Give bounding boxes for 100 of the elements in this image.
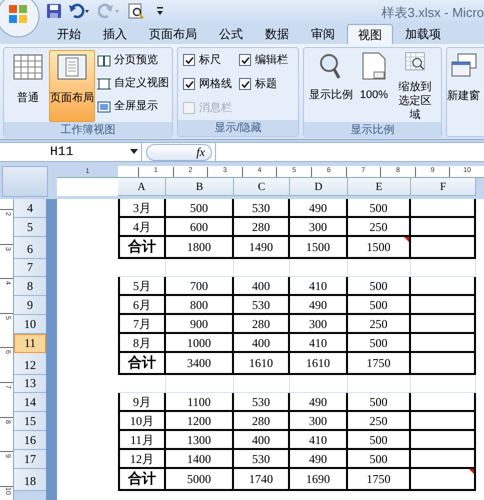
checkbox[interactable]: 网格线 [183, 76, 239, 92]
row-header[interactable]: 7 [14, 259, 46, 277]
table-cell[interactable]: 530 [234, 450, 290, 469]
table-cell[interactable] [411, 237, 476, 259]
column-header[interactable]: D [290, 178, 348, 196]
table-cell[interactable] [411, 412, 476, 431]
table-cell[interactable]: 280 [234, 218, 290, 237]
table-cell[interactable]: 490 [290, 199, 348, 218]
insert-function-button[interactable]: fx [146, 144, 212, 160]
table-cell[interactable]: 1000 [166, 334, 234, 353]
table-cell[interactable]: 1750 [348, 353, 411, 375]
table-cell[interactable]: 410 [290, 431, 348, 450]
row-header[interactable]: 4 [14, 199, 46, 218]
table-cell[interactable] [411, 334, 476, 353]
table-cell[interactable]: 1100 [166, 393, 234, 412]
table-cell[interactable]: 1500 [290, 237, 348, 259]
table-cell[interactable]: 300 [290, 315, 348, 334]
ribbon-tab[interactable]: 加载项 [395, 24, 451, 44]
table-cell[interactable]: 490 [290, 393, 348, 412]
table-cell[interactable]: 500 [348, 199, 411, 218]
office-button[interactable] [0, 0, 40, 38]
table-cell[interactable]: 400 [234, 334, 290, 353]
table-cell[interactable]: 300 [290, 218, 348, 237]
table-cell[interactable]: 500 [348, 393, 411, 412]
table-cell[interactable]: 10月 [118, 412, 166, 431]
checkbox[interactable]: 标题 [239, 76, 299, 92]
table-cell[interactable] [411, 296, 476, 315]
table-cell[interactable]: 280 [234, 412, 290, 431]
view-button[interactable]: 普通 [7, 50, 49, 122]
checkbox[interactable]: 编辑栏 [239, 52, 299, 68]
table-cell[interactable]: 490 [290, 296, 348, 315]
table-cell[interactable] [411, 393, 476, 412]
table-cell[interactable] [411, 277, 476, 296]
ribbon-tab[interactable]: 数据 [255, 24, 299, 44]
table-cell[interactable]: 250 [348, 218, 411, 237]
table-cell[interactable]: 1800 [166, 237, 234, 259]
customize-toolbar-icon[interactable] [156, 6, 164, 16]
table-cell[interactable]: 800 [166, 296, 234, 315]
ribbon-tab[interactable]: 插入 [93, 24, 137, 44]
table-cell[interactable]: 490 [290, 450, 348, 469]
table-cell[interactable]: 11月 [118, 431, 166, 450]
table-cell[interactable]: 1490 [234, 237, 290, 259]
table-cell[interactable]: 1610 [234, 353, 290, 375]
table-cell[interactable]: 5000 [166, 469, 234, 491]
table-cell[interactable]: 4月 [118, 218, 166, 237]
row-header[interactable]: 13 [14, 375, 46, 393]
table-cell[interactable]: 500 [348, 334, 411, 353]
table-cell[interactable] [411, 353, 476, 375]
table-cell[interactable] [411, 315, 476, 334]
table-cell[interactable]: 1750 [348, 469, 411, 491]
table-cell[interactable]: 600 [166, 218, 234, 237]
table-cell[interactable]: 1300 [166, 431, 234, 450]
view-button[interactable]: 页面布局 [49, 50, 95, 122]
table-cell[interactable]: 1500 [348, 237, 411, 259]
table-cell[interactable]: 7月 [118, 315, 166, 334]
table-cell[interactable]: 400 [234, 277, 290, 296]
zoom-button[interactable]: 100% [355, 50, 393, 122]
table-cell[interactable] [411, 199, 476, 218]
row-header[interactable]: 15 [14, 412, 46, 431]
row-header[interactable]: 10 [14, 315, 46, 334]
table-cell[interactable]: 1200 [166, 412, 234, 431]
ribbon-tab[interactable]: 开始 [47, 24, 91, 44]
table-cell[interactable]: 250 [348, 412, 411, 431]
row-header[interactable]: 16 [14, 431, 46, 450]
column-header[interactable]: F [411, 178, 476, 196]
table-cell[interactable] [411, 450, 476, 469]
name-box[interactable]: H11 [0, 143, 142, 161]
table-cell[interactable]: 合计 [118, 237, 166, 259]
undo-icon[interactable] [68, 3, 92, 19]
row-header[interactable]: 11 [14, 334, 46, 353]
table-cell[interactable]: 6月 [118, 296, 166, 315]
table-cell[interactable]: 3400 [166, 353, 234, 375]
table-cell[interactable]: 3月 [118, 199, 166, 218]
row-header[interactable]: 12 [14, 353, 46, 375]
table-cell[interactable]: 8月 [118, 334, 166, 353]
print-preview-icon[interactable] [128, 3, 144, 19]
zoom-button[interactable]: 显示比例 [307, 50, 355, 122]
table-cell[interactable] [411, 431, 476, 450]
table-cell[interactable]: 500 [348, 450, 411, 469]
view-option-button[interactable]: 分页预览 [97, 51, 169, 70]
table-cell[interactable]: 530 [234, 199, 290, 218]
table-cell[interactable]: 合计 [118, 469, 166, 491]
table-cell[interactable]: 530 [234, 393, 290, 412]
row-header[interactable]: 18 [14, 469, 46, 491]
table-cell[interactable]: 700 [166, 277, 234, 296]
ribbon-tab[interactable]: 页面布局 [139, 24, 207, 44]
table-cell[interactable]: 500 [166, 199, 234, 218]
column-header[interactable]: B [166, 178, 234, 196]
dropdown-arrow-icon[interactable] [130, 149, 138, 155]
save-icon[interactable] [46, 3, 62, 19]
zoom-button[interactable]: 缩放到选定区域 [393, 50, 437, 122]
row-header[interactable]: 17 [14, 450, 46, 469]
table-cell[interactable]: 合计 [118, 353, 166, 375]
table-cell[interactable]: 250 [348, 315, 411, 334]
table-cell[interactable]: 900 [166, 315, 234, 334]
ribbon-tab[interactable]: 公式 [209, 24, 253, 44]
column-header[interactable]: A [118, 178, 166, 196]
ribbon-tab[interactable]: 审阅 [301, 24, 345, 44]
ribbon-tab[interactable]: 视图 [347, 24, 393, 44]
row-header[interactable]: 5 [14, 218, 46, 237]
